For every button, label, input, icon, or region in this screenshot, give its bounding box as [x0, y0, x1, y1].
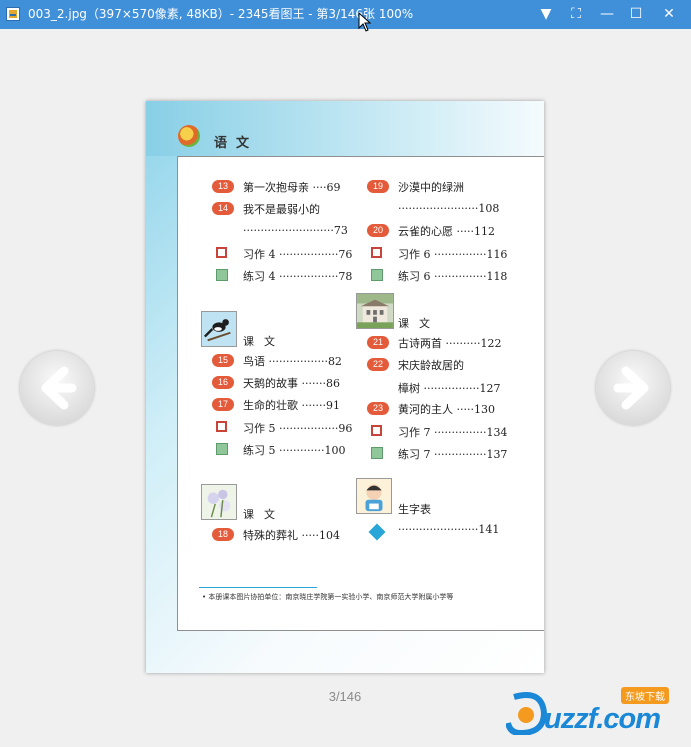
page-header-band — [146, 101, 544, 156]
composition-marker-icon — [371, 425, 382, 436]
lesson-title: 沙漠中的绿洲 — [398, 181, 464, 194]
composition-marker-icon — [371, 247, 382, 258]
lesson-page-leader: ·······················108 — [398, 202, 500, 215]
exercise-title: 习作 4 ·················76 — [243, 248, 353, 261]
watermark-badge: 东坡下载 — [621, 687, 669, 704]
lesson-number: 14 — [212, 202, 234, 215]
exercise-title: 练习 6 ···············118 — [398, 270, 508, 283]
fullscreen-button[interactable]: ⛶ — [565, 4, 587, 24]
title-bar: 003_2.jpg（397×570像素, 48KB）- 2345看图王 - 第3… — [0, 0, 691, 29]
lesson-number: 21 — [367, 336, 389, 349]
lesson-number: 20 — [367, 224, 389, 237]
displayed-image: 语文 13 第一次抱母亲 ····69 14 我不是最弱小的 ·········… — [146, 101, 544, 673]
lesson-title: 特殊的葬礼 ·····104 — [243, 529, 340, 542]
menu-dropdown-button[interactable]: ▼ — [535, 4, 557, 24]
lesson-page-leader: ··························73 — [243, 224, 348, 237]
lesson-number: 22 — [367, 358, 389, 371]
unit-heading: 课文 — [398, 317, 440, 330]
practice-marker-icon — [216, 269, 228, 281]
lesson-title: 第一次抱母亲 ····69 — [243, 181, 341, 194]
magpie-image-icon — [201, 311, 237, 347]
practice-marker-icon — [371, 269, 383, 281]
practice-marker-icon — [371, 447, 383, 459]
subject-title: 语文 — [214, 136, 259, 151]
footnote-divider — [199, 587, 317, 588]
flowers-image-icon — [201, 484, 237, 520]
subject-logo-icon — [178, 125, 200, 147]
exercise-title: 练习 4 ·················78 — [243, 270, 353, 283]
unit-heading: 生字表 — [398, 503, 431, 516]
lesson-number: 19 — [367, 180, 389, 193]
exercise-title: 练习 7 ···············137 — [398, 448, 508, 461]
composition-marker-icon — [216, 421, 227, 432]
exercise-title: 习作 6 ···············116 — [398, 248, 508, 261]
window-title: 003_2.jpg（397×570像素, 48KB）- 2345看图王 - 第3… — [28, 7, 414, 21]
lesson-title: 黄河的主人 ·····130 — [398, 403, 495, 416]
lesson-number: 23 — [367, 402, 389, 415]
mouse-cursor-icon — [358, 12, 372, 32]
practice-marker-icon — [216, 443, 228, 455]
watermark-logo-icon — [506, 692, 548, 735]
house-image-icon — [356, 293, 394, 329]
lesson-title: 宋庆龄故居的 — [398, 359, 464, 372]
watermark-text: uzzf.com — [544, 703, 661, 735]
lesson-number: 16 — [212, 376, 234, 389]
previous-image-button[interactable] — [20, 351, 94, 425]
child-image-icon — [356, 478, 392, 514]
lesson-number: 15 — [212, 354, 234, 367]
composition-marker-icon — [216, 247, 227, 258]
exercise-title: 练习 5 ·············100 — [243, 444, 346, 457]
lesson-title: 我不是最弱小的 — [243, 203, 320, 216]
lesson-title: 鸟语 ·················82 — [243, 355, 342, 368]
lesson-number: 17 — [212, 398, 234, 411]
lesson-number: 13 — [212, 180, 234, 193]
lesson-number: 18 — [212, 528, 234, 541]
lesson-title: 古诗两首 ··········122 — [398, 337, 502, 350]
lesson-title: 天鹅的故事 ·······86 — [243, 377, 340, 390]
unit-heading: 课文 — [243, 508, 285, 521]
arrow-left-icon — [41, 366, 77, 410]
page-counter: 3/146 — [328, 689, 362, 704]
lesson-title: 云雀的心愿 ·····112 — [398, 225, 495, 238]
next-image-button[interactable] — [596, 351, 670, 425]
exercise-title: 习作 5 ·················96 — [243, 422, 353, 435]
lesson-page-leader: 樟树 ················127 — [398, 382, 501, 395]
minimize-button[interactable]: — — [596, 4, 618, 24]
glossary-page-leader: ·······················141 — [398, 523, 500, 536]
app-icon — [6, 7, 20, 21]
maximize-button[interactable]: ☐ — [625, 4, 647, 24]
close-button[interactable]: ✕ — [658, 4, 680, 24]
unit-heading: 课文 — [243, 335, 285, 348]
exercise-title: 习作 7 ···············134 — [398, 426, 508, 439]
footnote: • 本册课本图片协拍单位：南京晓庄学院第一实验小学、南京师范大学附属小学等 — [202, 593, 454, 601]
arrow-right-icon — [613, 366, 649, 410]
lesson-title: 生命的壮歌 ·······91 — [243, 399, 340, 412]
site-watermark: uzzf.com 东坡下载 — [506, 683, 686, 743]
